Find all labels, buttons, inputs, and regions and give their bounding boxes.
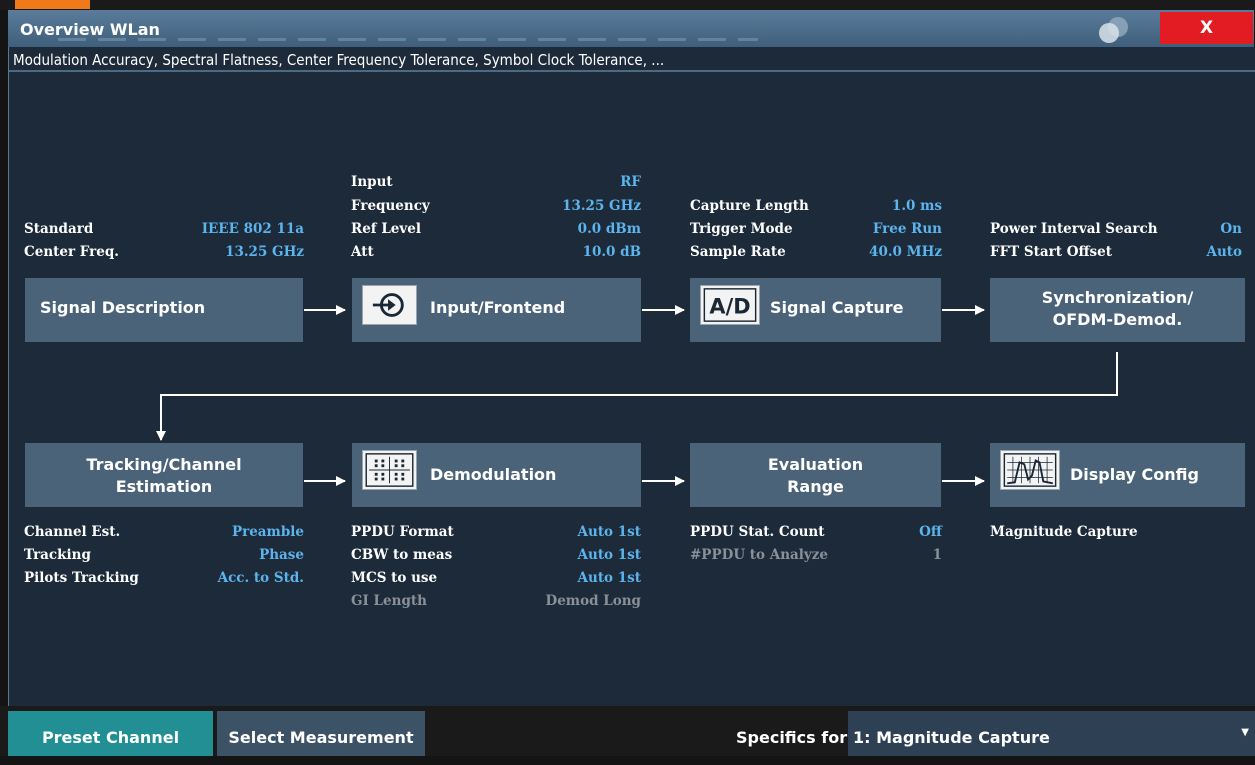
param-value-channel-est: Preamble bbox=[231, 524, 304, 540]
signal-capture-label: Signal Capture bbox=[770, 298, 904, 317]
param-value-ppdu-format: Auto 1st bbox=[577, 524, 641, 540]
param-value-center-freq: 13.25 GHz bbox=[225, 244, 304, 260]
param-value-pilots-tracking: Acc. to Std. bbox=[217, 570, 304, 586]
param-name-mcs-to-use: MCS to use bbox=[351, 570, 438, 586]
signal-capture-block[interactable]: A/D Signal Capture bbox=[690, 278, 941, 342]
synchronization-label-line1: Synchronization/ bbox=[1041, 288, 1194, 307]
tracking-block[interactable]: Tracking/Channel Estimation bbox=[25, 443, 303, 507]
dialog-title-bar: Overview WLan X bbox=[8, 10, 1254, 47]
evaluation-label-line2: Range bbox=[787, 477, 844, 496]
param-name-input: Input bbox=[351, 174, 393, 190]
tracking-label-line2: Estimation bbox=[115, 477, 213, 496]
window-toggle-icon[interactable] bbox=[1092, 14, 1136, 44]
param-name-ppdu-to-analyze: #PPDU to Analyze bbox=[690, 547, 828, 563]
param-value-ppdu-stat-count: Off bbox=[919, 524, 942, 540]
specifics-label: Specifics for bbox=[736, 728, 848, 747]
param-name-channel-est: Channel Est. bbox=[24, 524, 121, 540]
specifics-selected-value: 1: Magnitude Capture bbox=[853, 728, 1050, 747]
dialog-title: Overview WLan bbox=[20, 20, 160, 39]
param-name-pilots-tracking: Pilots Tracking bbox=[24, 570, 139, 586]
param-name-power-interval-search: Power Interval Search bbox=[990, 221, 1158, 237]
param-name-sample-rate: Sample Rate bbox=[690, 244, 786, 260]
param-name-ppdu-stat-count: PPDU Stat. Count bbox=[690, 524, 825, 540]
param-value-sample-rate: 40.0 MHz bbox=[869, 244, 942, 260]
synchronization-block[interactable]: Synchronization/ OFDM-Demod. bbox=[990, 278, 1245, 342]
param-name-magnitude-capture: Magnitude Capture bbox=[990, 524, 1138, 540]
tracking-label-line1: Tracking/Channel bbox=[86, 455, 242, 474]
input-arrow-icon bbox=[362, 285, 417, 325]
param-name-gi-length: GI Length bbox=[351, 593, 427, 609]
param-name-capture-length: Capture Length bbox=[690, 198, 809, 214]
param-value-cbw-to-meas: Auto 1st bbox=[577, 547, 641, 563]
demodulation-block[interactable]: Demodulation bbox=[352, 443, 641, 507]
param-name-frequency: Frequency bbox=[351, 198, 430, 214]
input-frontend-block[interactable]: Input/Frontend bbox=[352, 278, 641, 342]
param-name-ref-level: Ref Level bbox=[351, 221, 421, 237]
signal-description-block[interactable]: Signal Description bbox=[25, 278, 303, 342]
param-value-fft-start-offset: Auto bbox=[1206, 244, 1242, 260]
input-frontend-label: Input/Frontend bbox=[430, 298, 566, 317]
param-name-att: Att bbox=[351, 244, 374, 260]
param-name-fft-start-offset: FFT Start Offset bbox=[990, 244, 1112, 260]
constellation-icon bbox=[362, 450, 417, 490]
param-value-trigger-mode: Free Run bbox=[872, 221, 942, 237]
param-value-gi-length: Demod Long bbox=[545, 593, 641, 609]
param-name-ppdu-format: PPDU Format bbox=[351, 524, 454, 540]
param-value-frequency: 13.25 GHz bbox=[562, 198, 641, 214]
evaluation-range-block[interactable]: Evaluation Range bbox=[690, 443, 941, 507]
measurement-description: Modulation Accuracy, Spectral Flatness, … bbox=[9, 50, 1255, 72]
param-value-tracking: Phase bbox=[259, 547, 304, 563]
preset-channel-button[interactable]: Preset Channel bbox=[8, 711, 213, 756]
specifics-dropdown[interactable]: 1: Magnitude Capture ▼ bbox=[848, 711, 1255, 756]
param-value-att: 10.0 dB bbox=[582, 244, 641, 260]
param-value-ppdu-to-analyze: 1 bbox=[932, 547, 942, 563]
bottom-bar: Preset Channel Select Measurement Specif… bbox=[0, 706, 1255, 756]
param-name-cbw-to-meas: CBW to meas bbox=[351, 547, 453, 563]
display-config-block[interactable]: Display Config bbox=[990, 443, 1245, 507]
param-value-ref-level: 0.0 dBm bbox=[577, 221, 641, 237]
select-measurement-button[interactable]: Select Measurement bbox=[217, 711, 425, 756]
param-name-standard: Standard bbox=[24, 221, 94, 237]
ad-icon-text: A/D bbox=[709, 295, 750, 319]
ad-converter-icon: A/D bbox=[700, 285, 760, 325]
param-value-power-interval-search: On bbox=[1220, 221, 1242, 237]
spectrum-display-icon bbox=[1000, 450, 1060, 490]
active-tab-indicator bbox=[15, 0, 90, 9]
close-button[interactable]: X bbox=[1160, 12, 1253, 44]
synchronization-label-line2: OFDM-Demod. bbox=[1052, 310, 1183, 329]
param-value-mcs-to-use: Auto 1st bbox=[577, 570, 641, 586]
param-name-center-freq: Center Freq. bbox=[24, 244, 119, 260]
param-name-tracking: Tracking bbox=[24, 547, 91, 563]
param-value-standard: IEEE 802 11a bbox=[201, 221, 304, 237]
title-decoration bbox=[58, 38, 758, 41]
chevron-down-icon: ▼ bbox=[1241, 727, 1249, 738]
param-name-trigger-mode: Trigger Mode bbox=[690, 221, 793, 237]
signal-description-label: Signal Description bbox=[40, 298, 206, 317]
param-value-input: RF bbox=[620, 174, 641, 190]
param-value-capture-length: 1.0 ms bbox=[891, 198, 942, 214]
top-strip bbox=[0, 0, 1255, 10]
demodulation-label: Demodulation bbox=[430, 465, 557, 484]
display-config-label: Display Config bbox=[1070, 465, 1199, 484]
overview-panel: Modulation Accuracy, Spectral Flatness, … bbox=[8, 47, 1255, 706]
evaluation-label-line1: Evaluation bbox=[767, 455, 864, 474]
